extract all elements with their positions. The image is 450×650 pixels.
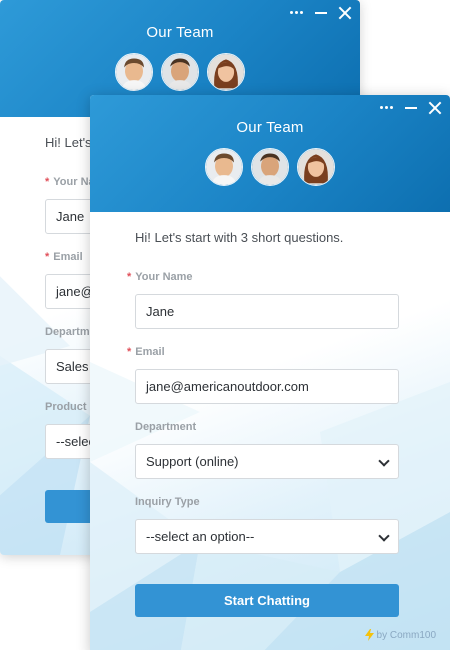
- avatar: [251, 148, 289, 186]
- avatar: [205, 148, 243, 186]
- chevron-down-icon: [378, 455, 390, 467]
- avatar: [297, 148, 335, 186]
- department-select[interactable]: Support (online): [135, 444, 399, 479]
- avatar: [115, 53, 153, 91]
- team-title: Our Team: [146, 24, 214, 41]
- team-title: Our Team: [236, 119, 304, 136]
- avatar: [207, 53, 245, 91]
- agent-avatars: [0, 53, 360, 91]
- avatar: [161, 53, 199, 91]
- required-mark: *: [127, 271, 132, 283]
- inquiry-type-label: Inquiry Type: [135, 496, 200, 508]
- powered-by-text: by Comm100: [376, 629, 436, 641]
- agent-avatars: [90, 148, 450, 186]
- minimize-icon[interactable]: [404, 101, 418, 115]
- close-icon[interactable]: [338, 6, 352, 20]
- minimize-icon[interactable]: [314, 6, 328, 20]
- window-controls: [380, 101, 442, 115]
- inquiry-type-select-value: --select an option--: [146, 529, 255, 544]
- chat-demo-stage: Our Team Hi! Let's * Your Nam Jane * Ema…: [0, 0, 450, 650]
- name-input[interactable]: Jane: [135, 294, 399, 329]
- email-label: * Email: [45, 251, 83, 263]
- powered-by[interactable]: by Comm100: [364, 629, 436, 641]
- department-label: Departm: [45, 326, 90, 338]
- required-mark: *: [127, 346, 132, 358]
- email-label: * Email: [127, 346, 165, 358]
- email-input[interactable]: jane@americanoutdoor.com: [135, 369, 399, 404]
- name-label: * Your Name: [127, 271, 193, 283]
- more-icon[interactable]: [380, 101, 394, 115]
- more-icon[interactable]: [290, 6, 304, 20]
- chat-form: Hi! Let's start with 3 short questions. …: [90, 212, 450, 650]
- greeting-text: Hi! Let's start with 3 short questions.: [135, 230, 344, 245]
- greeting-text: Hi! Let's: [45, 135, 92, 150]
- department-label: Department: [135, 421, 197, 433]
- chevron-down-icon: [378, 530, 390, 542]
- chat-header: Our Team: [90, 95, 450, 212]
- start-chatting-button[interactable]: Start Chatting: [135, 584, 399, 617]
- department-select-value: Support (online): [146, 454, 239, 469]
- window-controls: [290, 6, 352, 20]
- required-mark: *: [45, 176, 50, 188]
- inquiry-type-select[interactable]: --select an option--: [135, 519, 399, 554]
- required-mark: *: [45, 251, 50, 263]
- close-icon[interactable]: [428, 101, 442, 115]
- chat-window-front: Our Team Hi! Let's start with 3 short qu…: [90, 95, 450, 650]
- bolt-icon: [364, 629, 374, 641]
